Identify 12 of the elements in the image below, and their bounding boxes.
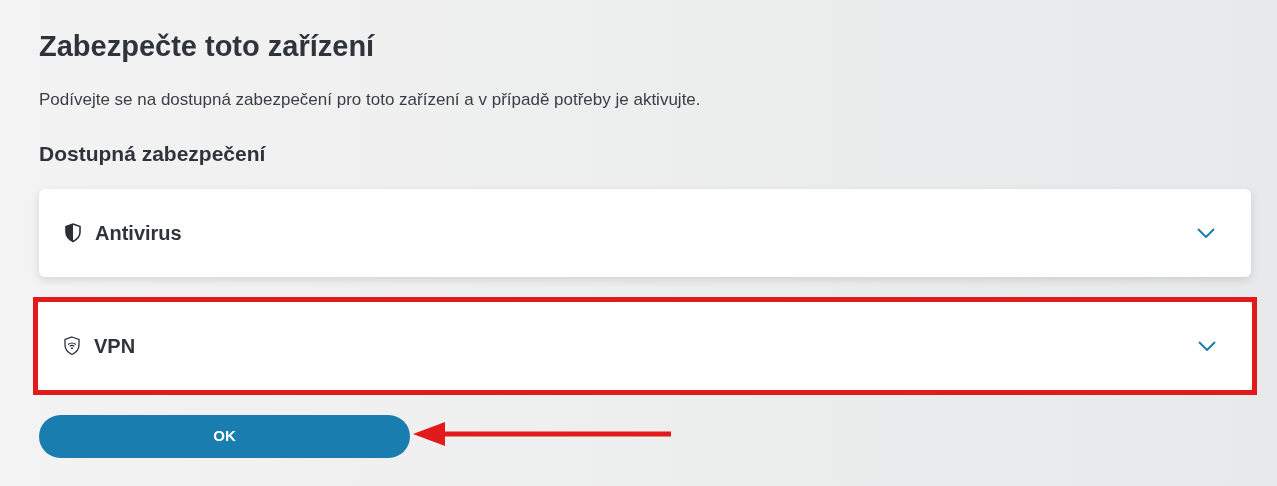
chevron-icon (1198, 341, 1216, 351)
chevron-icon (1197, 228, 1215, 238)
accordion-item[interactable]: Antivirus (39, 189, 1251, 277)
description: Podívejte se na dostupná zabezpečení pro toto zařízení a v případě potřeby je aktivujte. (39, 89, 702, 111)
shield-wifi-icon (64, 336, 80, 356)
item-label: Antivirus (95, 221, 183, 246)
page-title: Zabezpečte toto zařízení (39, 29, 376, 64)
item-label: VPN (94, 334, 137, 359)
section-title: Dostupná zabezpečení (39, 140, 267, 167)
accordion-item[interactable]: VPN (38, 302, 1252, 390)
shield-icon (65, 223, 81, 243)
ok-button[interactable]: OK (39, 415, 410, 458)
